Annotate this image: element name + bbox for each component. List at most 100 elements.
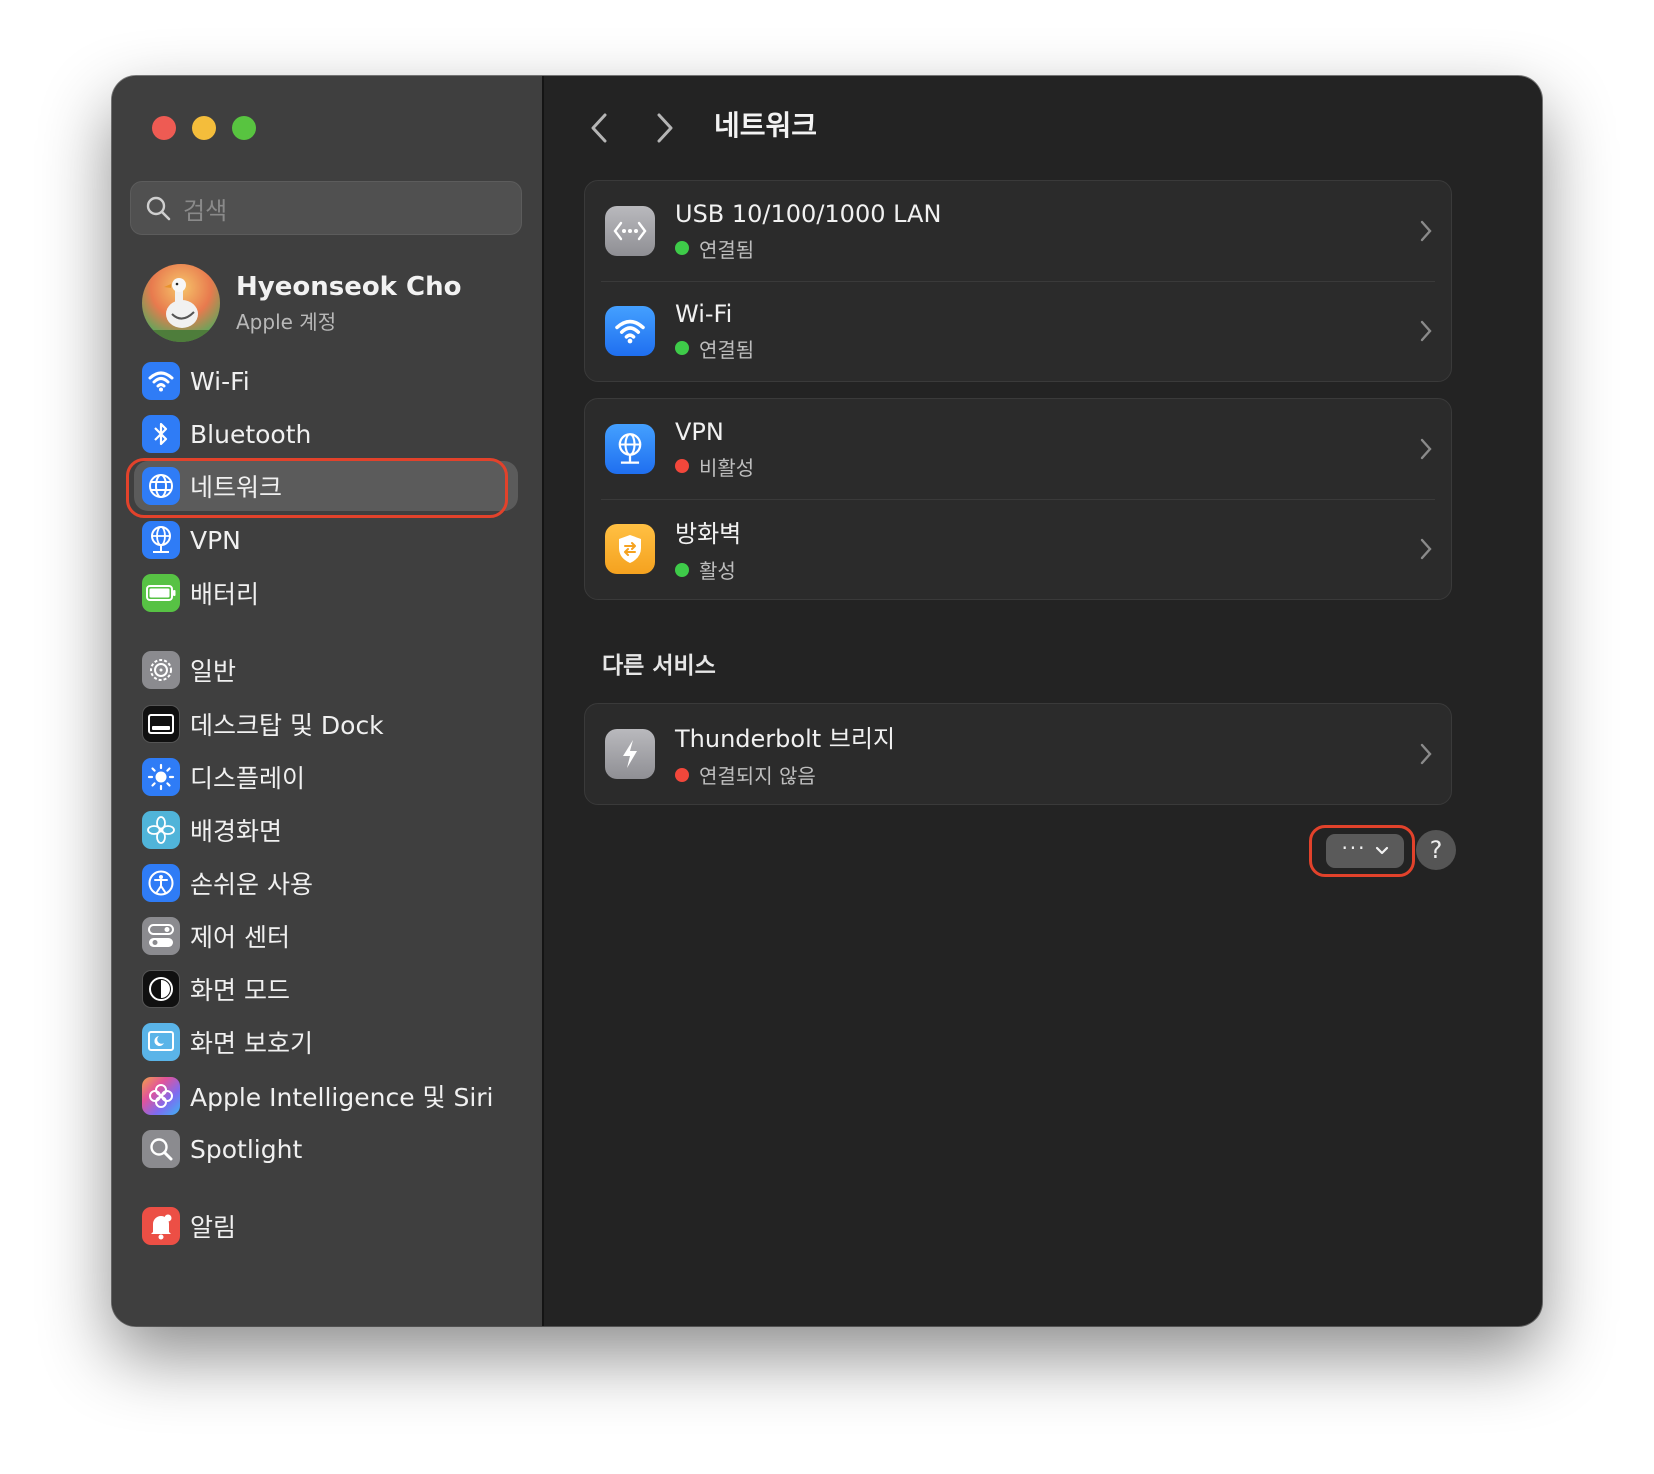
- service-row-thunderbolt-bridge[interactable]: Thunderbolt 브리지 연결되지 않음: [585, 704, 1451, 804]
- chevron-right-icon: [1420, 743, 1432, 765]
- sidebar-item-label: Bluetooth: [190, 419, 312, 449]
- sidebar-item-label: 손쉬운 사용: [190, 870, 313, 899]
- more-actions-dropdown-button[interactable]: ···: [1326, 834, 1404, 868]
- magnifier-icon: [142, 1130, 180, 1168]
- service-status: 연결됨: [699, 237, 755, 262]
- vpn-globe-icon: [142, 521, 180, 559]
- sidebar-item-accessibility[interactable]: 손쉬운 사용: [134, 858, 518, 908]
- sidebar-item-notifications[interactable]: 알림: [134, 1201, 518, 1251]
- service-status: 연결되지 않음: [699, 764, 816, 788]
- minimize-window-button[interactable]: [192, 116, 216, 140]
- sidebar-item-label: 데스크탑 및 Dock: [190, 711, 384, 740]
- interfaces-group: USB 10/100/1000 LAN 연결됨 Wi-Fi 연결됨: [584, 180, 1452, 382]
- sidebar-item-label: 일반: [190, 657, 237, 686]
- bluetooth-icon: [142, 415, 180, 453]
- sidebar: 검색 Hyeonseok Cho Apple 계정 Wi-Fi Bluetoot…: [112, 76, 544, 1326]
- search-field[interactable]: 검색: [130, 181, 522, 235]
- flower-icon: [142, 811, 180, 849]
- service-name: Wi-Fi: [675, 299, 733, 328]
- sidebar-item-display[interactable]: 디스플레이: [134, 752, 518, 802]
- vpn-globe-icon: [605, 424, 655, 474]
- sidebar-item-label: 제어 센터: [190, 923, 290, 952]
- service-status: 비활성: [699, 455, 755, 480]
- chevron-right-icon: [1420, 538, 1432, 560]
- appearance-icon: [142, 970, 180, 1008]
- sidebar-item-battery[interactable]: 배터리: [134, 568, 518, 618]
- dock-icon: [142, 705, 180, 743]
- sidebar-item-label: Wi-Fi: [190, 366, 250, 396]
- status-dot: [675, 459, 689, 473]
- settings-window: 검색 Hyeonseok Cho Apple 계정 Wi-Fi Bluetoot…: [112, 76, 1542, 1326]
- security-group: VPN 비활성 방화벽 활성: [584, 398, 1452, 600]
- sidebar-item-label: 알림: [190, 1213, 237, 1242]
- sidebar-item-appearance[interactable]: 화면 모드: [134, 964, 518, 1014]
- bell-icon: [142, 1207, 180, 1245]
- accessibility-icon: [142, 864, 180, 902]
- service-name: USB 10/100/1000 LAN: [675, 199, 942, 228]
- service-name: 방화벽: [675, 520, 742, 548]
- sidebar-item-label: 배터리: [190, 580, 260, 609]
- status-dot: [675, 767, 689, 782]
- page-title: 네트워크: [714, 109, 818, 142]
- help-button[interactable]: ?: [1416, 830, 1456, 870]
- service-row-firewall[interactable]: 방화벽 활성: [585, 499, 1451, 599]
- main-pane: 네트워크 USB 10/100/1000 LAN 연결됨 Wi-Fi 연결됨 V…: [544, 76, 1542, 1326]
- sidebar-item-bluetooth[interactable]: Bluetooth: [134, 409, 518, 459]
- ellipsis-icon: ···: [1341, 836, 1367, 860]
- chevron-left-icon: [591, 113, 607, 143]
- siri-icon: [142, 1077, 180, 1115]
- ethernet-icon: [605, 206, 655, 256]
- other-services-group: Thunderbolt 브리지 연결되지 않음: [584, 703, 1452, 805]
- firewall-shield-icon: [605, 524, 655, 574]
- forward-button[interactable]: [650, 110, 680, 146]
- sidebar-item-control-center[interactable]: 제어 센터: [134, 911, 518, 961]
- sidebar-item-wifi[interactable]: Wi-Fi: [134, 356, 518, 406]
- wifi-icon: [605, 306, 655, 356]
- sidebar-item-label: 화면 모드: [190, 976, 290, 1005]
- status-dot: [675, 562, 689, 577]
- sidebar-item-desktop-dock[interactable]: 데스크탑 및 Dock: [134, 699, 518, 749]
- gear-icon: [142, 651, 180, 689]
- sidebar-item-wallpaper[interactable]: 배경화면: [134, 805, 518, 855]
- sidebar-item-label: VPN: [190, 525, 241, 555]
- chevron-down-icon: [1375, 846, 1388, 855]
- wifi-icon: [142, 362, 180, 400]
- service-row-wifi[interactable]: Wi-Fi 연결됨: [585, 281, 1451, 381]
- chevron-right-icon: [1420, 220, 1432, 242]
- status-dot: [675, 241, 689, 255]
- sidebar-item-general[interactable]: 일반: [134, 645, 518, 695]
- search-icon: [146, 196, 171, 221]
- chevron-right-icon: [1420, 438, 1432, 460]
- sidebar-item-label: 네트워크: [190, 473, 283, 502]
- sidebar-item-network[interactable]: 네트워크: [134, 461, 518, 511]
- status-dot: [675, 341, 689, 355]
- profile-name: Hyeonseok Cho: [236, 271, 462, 302]
- avatar: [142, 264, 220, 342]
- sidebar-item-label: 화면 보호기: [190, 1029, 313, 1058]
- sidebar-item-screensaver[interactable]: 화면 보호기: [134, 1017, 518, 1067]
- service-status: 연결됨: [699, 337, 755, 362]
- profile-subtitle: Apple 계정: [236, 309, 337, 334]
- apple-account-profile[interactable]: Hyeonseok Cho Apple 계정: [142, 264, 461, 342]
- sidebar-item-label: 배경화면: [190, 817, 283, 846]
- battery-icon: [142, 574, 180, 612]
- service-name: VPN: [675, 417, 724, 446]
- zoom-window-button[interactable]: [232, 116, 256, 140]
- close-window-button[interactable]: [152, 116, 176, 140]
- sidebar-item-label: 디스플레이: [190, 764, 306, 793]
- toggles-icon: [142, 917, 180, 955]
- sidebar-item-apple-intelligence-siri[interactable]: Apple Intelligence 및 Siri: [134, 1071, 518, 1121]
- service-name: Thunderbolt 브리지: [675, 725, 896, 753]
- sidebar-item-spotlight[interactable]: Spotlight: [134, 1124, 518, 1174]
- service-row-vpn[interactable]: VPN 비활성: [585, 399, 1451, 499]
- service-row-usb-lan[interactable]: USB 10/100/1000 LAN 연결됨: [585, 181, 1451, 281]
- other-services-heading: 다른 서비스: [602, 653, 716, 679]
- back-button[interactable]: [584, 110, 614, 146]
- sidebar-item-vpn[interactable]: VPN: [134, 515, 518, 565]
- service-status: 활성: [699, 559, 736, 583]
- screensaver-icon: [142, 1023, 180, 1061]
- chevron-right-icon: [657, 113, 673, 143]
- globe-icon: [142, 467, 180, 505]
- window-controls: [152, 116, 256, 140]
- sun-icon: [142, 758, 180, 796]
